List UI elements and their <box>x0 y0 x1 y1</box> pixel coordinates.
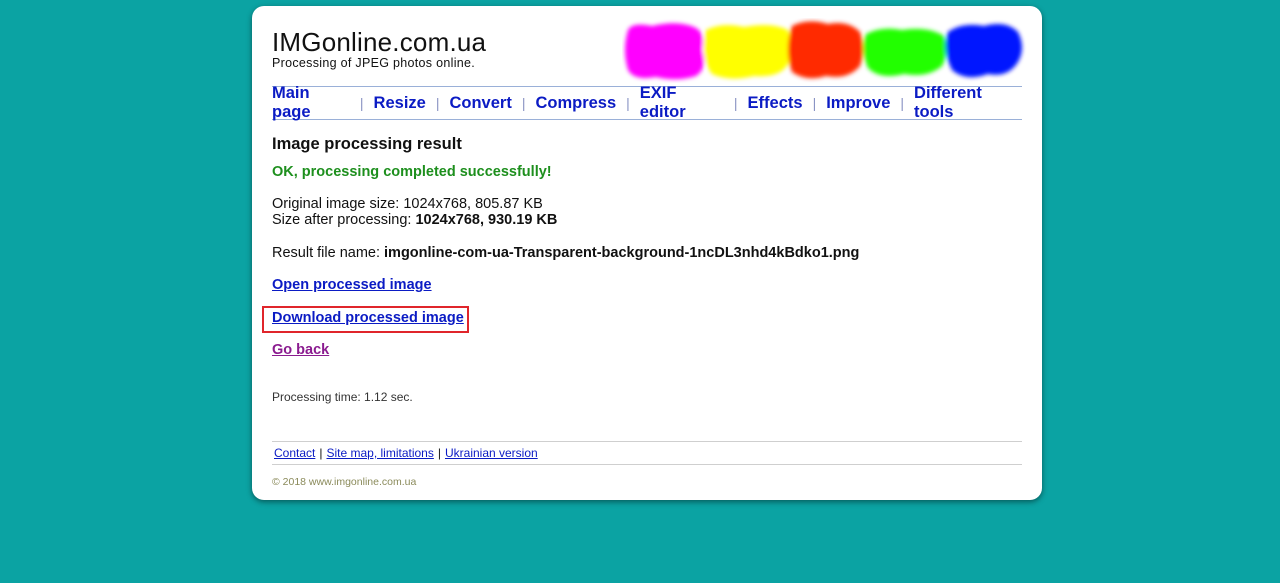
nav-convert[interactable]: Convert <box>449 94 511 113</box>
nav-compress[interactable]: Compress <box>535 94 616 113</box>
open-processed-image-link[interactable]: Open processed image <box>272 277 432 293</box>
nav-separator: | <box>733 95 738 111</box>
result-heading: Image processing result <box>272 135 462 153</box>
result-filename-line: Result file name: imgonline-com-ua-Trans… <box>272 245 859 261</box>
main-nav: Main page | Resize | Convert | Compress … <box>272 84 1022 122</box>
site-tagline: Processing of JPEG photos online. <box>272 56 476 70</box>
nav-separator: | <box>521 95 526 111</box>
footer-sitemap-link[interactable]: Site map, limitations <box>326 446 433 460</box>
result-filename-value: imgonline-com-ua-Transparent-background-… <box>384 245 860 261</box>
nav-resize[interactable]: Resize <box>374 94 426 113</box>
nav-different-tools[interactable]: Different tools <box>914 84 1022 122</box>
nav-separator: | <box>435 95 440 111</box>
footer-links: Contact | Site map, limitations | Ukrain… <box>272 441 1022 465</box>
processed-size-label: Size after processing: <box>272 212 412 228</box>
original-size-line: Original image size: 1024x768, 805.87 KB <box>272 196 543 212</box>
nav-exif-editor[interactable]: EXIF editor <box>640 84 724 122</box>
paint-stroke-green <box>863 28 947 77</box>
footer-ukrainian-link[interactable]: Ukrainian version <box>445 446 538 460</box>
paint-stroke-red <box>788 21 863 79</box>
nav-effects[interactable]: Effects <box>748 94 803 113</box>
nav-improve[interactable]: Improve <box>826 94 890 113</box>
download-processed-image-link[interactable]: Download processed image <box>272 310 464 326</box>
page-card: IMGonline.com.ua Processing of JPEG phot… <box>252 6 1042 500</box>
go-back-link[interactable]: Go back <box>272 342 329 358</box>
original-size-label: Original image size: <box>272 196 400 212</box>
paint-stroke-magenta <box>625 23 704 80</box>
result-filename-label: Result file name: <box>272 245 380 261</box>
site-title[interactable]: IMGonline.com.ua <box>272 27 486 58</box>
original-size-value: 1024x768, 805.87 KB <box>403 196 543 212</box>
paint-stroke-blue <box>945 24 1022 78</box>
nav-separator: | <box>812 95 817 111</box>
nav-separator: | <box>626 95 630 111</box>
copyright: © 2018 www.imgonline.com.ua <box>272 476 417 488</box>
processed-size-line: Size after processing: 1024x768, 930.19 … <box>272 212 557 228</box>
footer-separator: | <box>437 446 441 460</box>
nav-separator: | <box>359 95 364 111</box>
processed-size-value: 1024x768, 930.19 KB <box>415 212 558 228</box>
nav-main-page[interactable]: Main page <box>272 84 350 122</box>
paint-stroke-yellow <box>704 25 791 79</box>
footer-separator: | <box>319 446 323 460</box>
success-message: OK, processing completed successfully! <box>272 164 552 180</box>
paint-strokes-logo <box>625 21 1022 80</box>
processing-time: Processing time: 1.12 sec. <box>272 390 413 404</box>
nav-separator: | <box>900 95 905 111</box>
footer-contact-link[interactable]: Contact <box>274 446 315 460</box>
